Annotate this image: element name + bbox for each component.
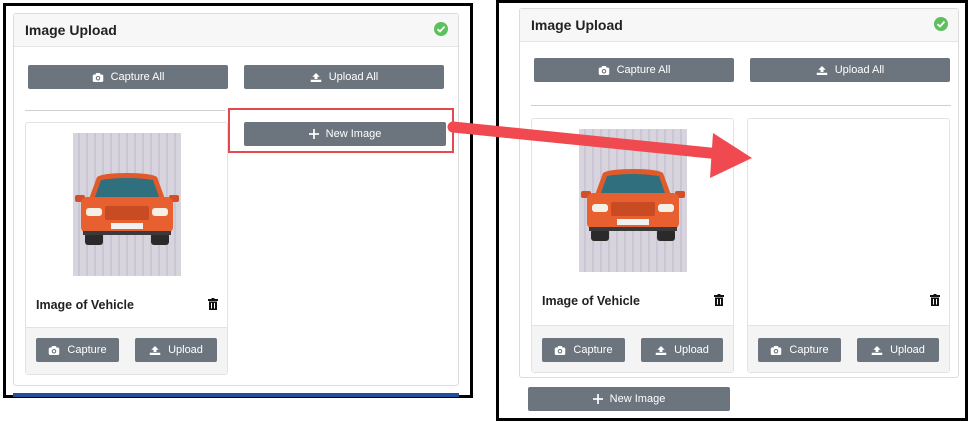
- image-upload-card: Image Upload Capture All Upload All Imag…: [13, 13, 459, 386]
- upload-icon: [871, 345, 883, 356]
- capture-all-button[interactable]: Capture All: [28, 65, 228, 89]
- divider: [531, 105, 951, 106]
- new-image-card: Capture Upload: [747, 118, 950, 373]
- check-circle-icon: [934, 17, 948, 31]
- upload-label: Upload: [890, 344, 925, 356]
- plus-icon: [593, 394, 603, 404]
- card-title: Image Upload: [531, 17, 623, 33]
- right-panel: Image Upload Capture All Upload All Imag…: [496, 0, 968, 421]
- capture-button[interactable]: Capture: [542, 338, 625, 362]
- capture-label: Capture: [573, 344, 613, 356]
- upload-button[interactable]: Upload: [857, 338, 939, 362]
- image-label: Image of Vehicle: [542, 294, 640, 308]
- trash-icon[interactable]: [714, 294, 724, 306]
- vehicle-image: [73, 133, 181, 276]
- card-title: Image Upload: [25, 22, 117, 38]
- camera-icon: [770, 345, 782, 356]
- upload-button[interactable]: Upload: [135, 338, 217, 362]
- camera-icon: [598, 65, 610, 76]
- image-card: Image of Vehicle Capture Upload: [531, 118, 734, 373]
- upload-icon: [655, 345, 667, 356]
- new-image-button[interactable]: New Image: [528, 387, 730, 411]
- capture-label: Capture: [67, 344, 107, 356]
- image-card: Image of Vehicle Capture Upload: [25, 122, 228, 375]
- left-panel: Image Upload Capture All Upload All Imag…: [3, 3, 473, 398]
- camera-icon: [48, 345, 60, 356]
- camera-icon: [554, 345, 566, 356]
- card-header: Image Upload: [520, 9, 958, 42]
- blue-bar: [13, 393, 459, 397]
- capture-all-label: Capture All: [110, 71, 165, 83]
- upload-label: Upload: [674, 344, 709, 356]
- vehicle-image: [579, 129, 687, 272]
- upload-all-button[interactable]: Upload All: [750, 58, 950, 82]
- upload-all-label: Upload All: [834, 64, 885, 76]
- upload-icon: [816, 65, 828, 76]
- capture-button[interactable]: Capture: [36, 338, 119, 362]
- card-header: Image Upload: [14, 14, 458, 47]
- upload-all-label: Upload All: [328, 71, 379, 83]
- image-upload-card: Image Upload Capture All Upload All Imag…: [519, 8, 959, 378]
- image-label: Image of Vehicle: [36, 298, 134, 312]
- divider: [25, 110, 225, 111]
- capture-label: Capture: [789, 344, 829, 356]
- upload-button[interactable]: Upload: [641, 338, 723, 362]
- image-card-footer: Capture Upload: [532, 325, 733, 372]
- camera-icon: [92, 72, 104, 83]
- upload-label: Upload: [168, 344, 203, 356]
- trash-icon[interactable]: [930, 294, 940, 306]
- upload-icon: [149, 345, 161, 356]
- capture-all-label: Capture All: [616, 64, 671, 76]
- trash-icon[interactable]: [208, 298, 218, 310]
- capture-all-button[interactable]: Capture All: [534, 58, 734, 82]
- upload-all-button[interactable]: Upload All: [244, 65, 444, 89]
- capture-button[interactable]: Capture: [758, 338, 841, 362]
- upload-icon: [310, 72, 322, 83]
- check-circle-icon: [434, 22, 448, 36]
- highlight-box: [228, 108, 454, 153]
- new-image-label: New Image: [609, 393, 666, 405]
- image-card-footer: Capture Upload: [26, 327, 227, 374]
- image-card-footer: Capture Upload: [748, 325, 949, 372]
